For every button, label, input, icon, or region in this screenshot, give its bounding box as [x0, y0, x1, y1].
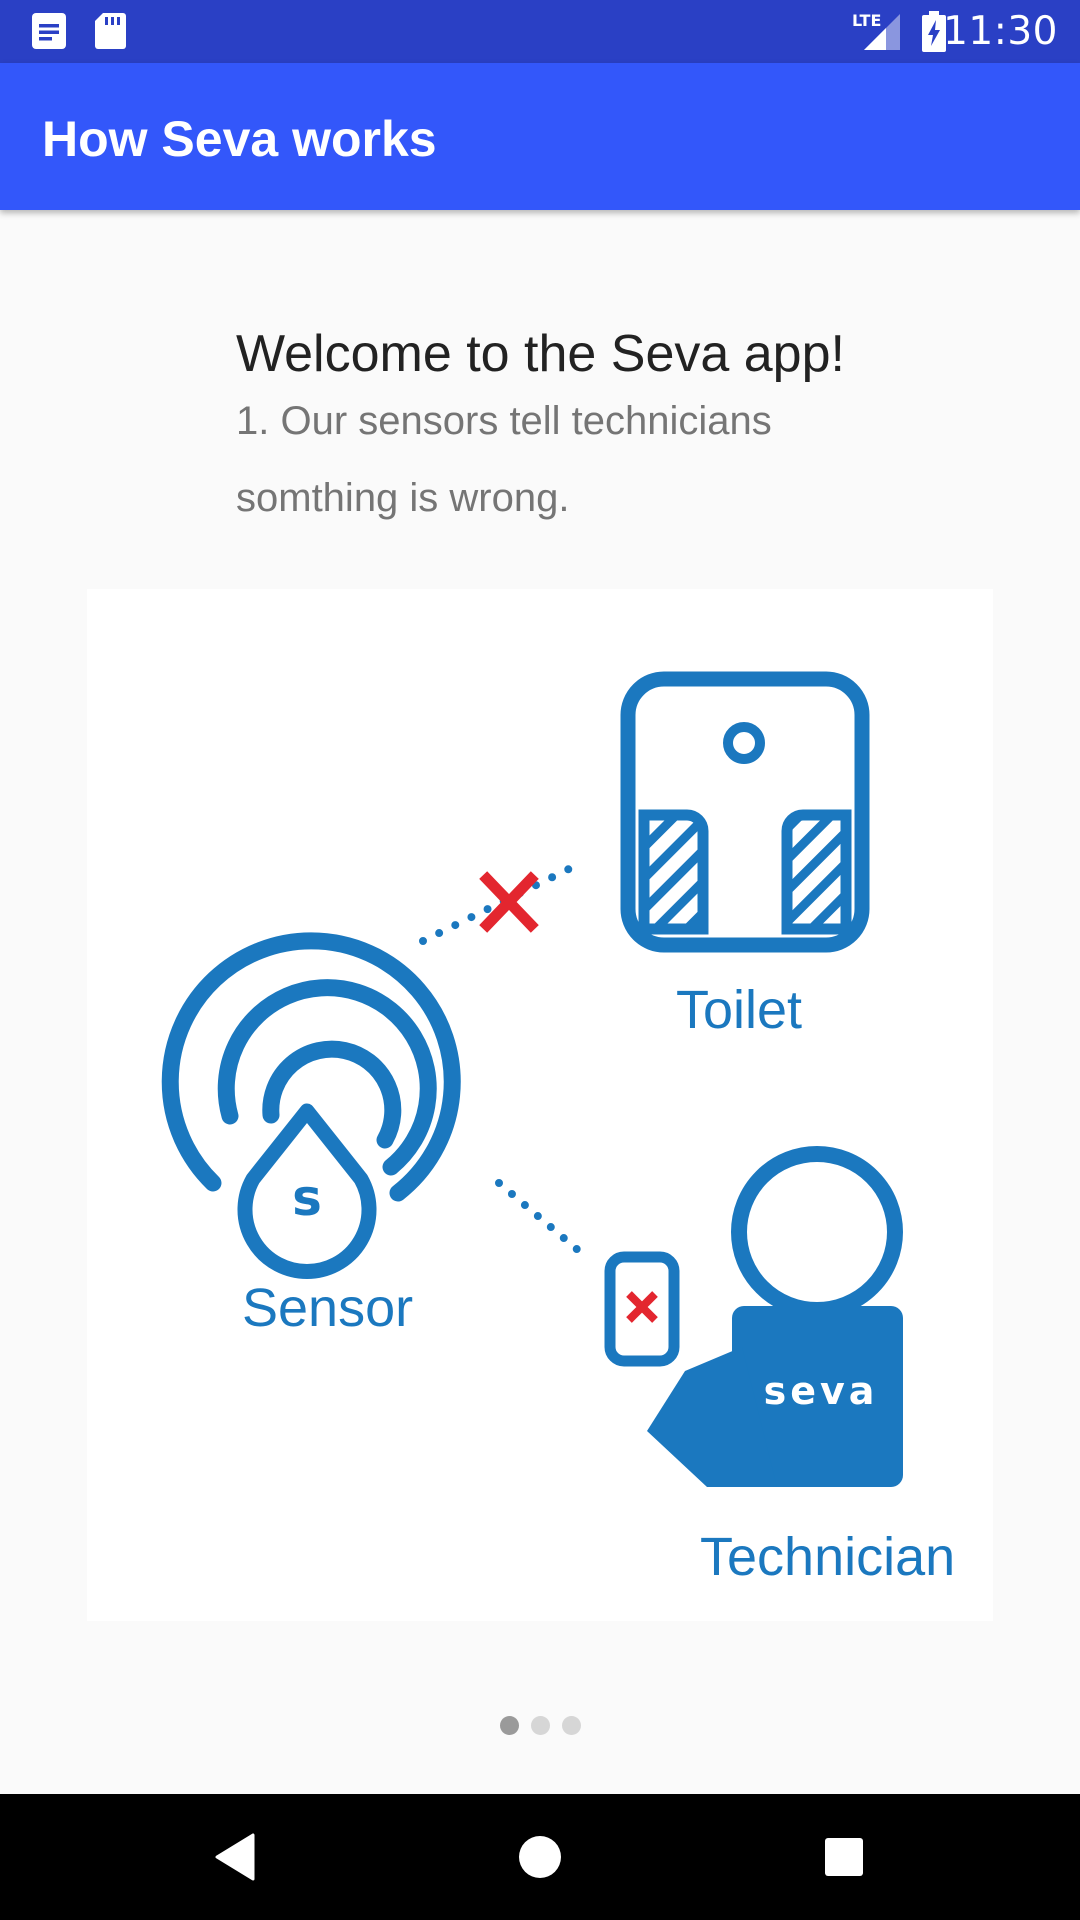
welcome-title: Welcome to the Seva app! — [236, 325, 845, 383]
page-title: How Seva works — [42, 111, 437, 167]
page-dot[interactable] — [499, 1716, 519, 1735]
page-indicator — [0, 1716, 1080, 1736]
system-nav-bar — [0, 1794, 1080, 1920]
back-button[interactable] — [155, 1794, 315, 1920]
recents-button[interactable] — [764, 1794, 924, 1920]
status-bar: LTE 11:30 — [0, 0, 1080, 63]
shirt-logo: seva — [764, 1369, 879, 1413]
sd-card-icon — [93, 11, 127, 56]
how-it-works-illustration: s seva Toilet Sensor Technician — [87, 589, 993, 1621]
lte-label: LTE — [852, 11, 881, 30]
lte-signal-icon: LTE — [852, 8, 902, 57]
back-icon — [215, 1833, 255, 1881]
status-time: 11:30 — [943, 9, 1058, 54]
technician-icon: seva — [604, 1146, 903, 1487]
home-icon — [519, 1836, 561, 1878]
sensor-letter: s — [292, 1169, 322, 1227]
welcome-description: 1. Our sensors tell technicians somthing… — [236, 399, 772, 520]
recents-icon — [825, 1838, 863, 1876]
home-button[interactable] — [460, 1794, 620, 1920]
app-bar: How Seva works — [0, 63, 1080, 210]
notification-doc-icon — [30, 11, 68, 56]
sensor-icon: s — [161, 932, 461, 1279]
technician-label: Technician — [700, 1527, 956, 1587]
sensor-technician-link — [495, 1179, 583, 1255]
broken-link-x-icon — [479, 871, 539, 933]
toilet-icon — [620, 671, 870, 953]
sensor-label: Sensor — [242, 1278, 414, 1338]
page-dot[interactable] — [530, 1716, 550, 1735]
page-dot[interactable] — [561, 1716, 581, 1735]
toilet-label: Toilet — [676, 980, 803, 1040]
